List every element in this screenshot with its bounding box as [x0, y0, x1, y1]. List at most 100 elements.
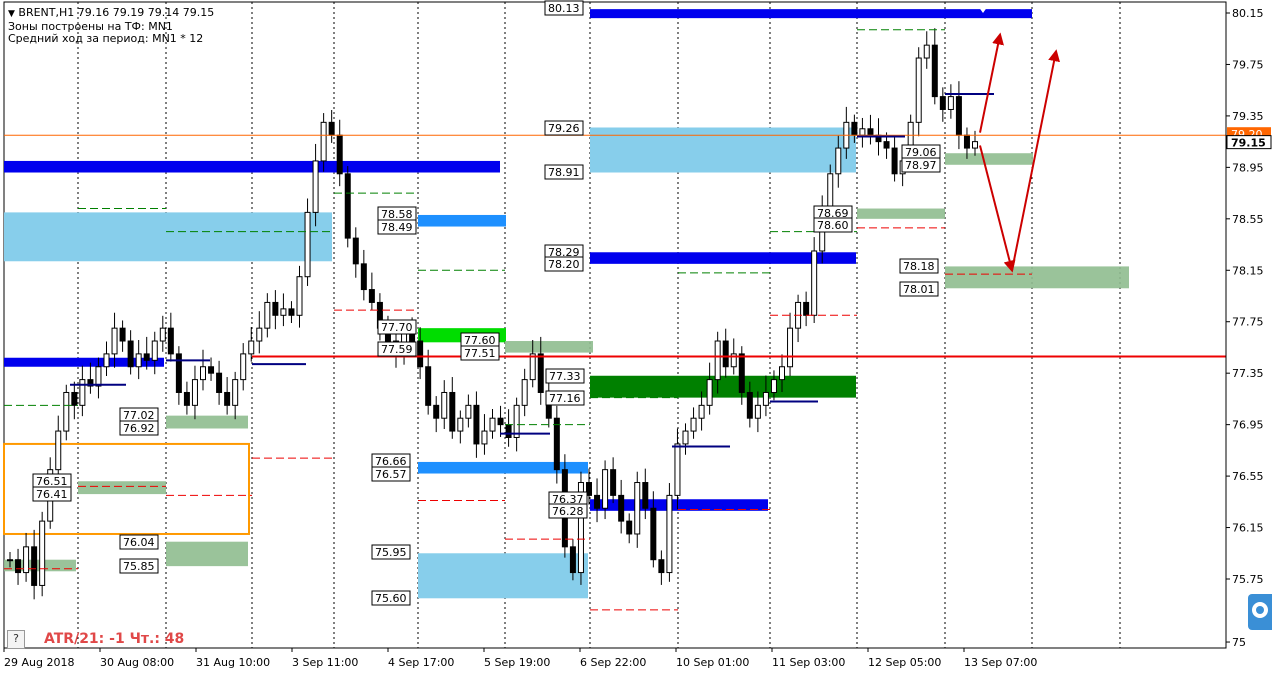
candle-body [923, 44, 930, 59]
candle-body [489, 417, 496, 432]
candle-body [626, 520, 633, 535]
candle-body [529, 353, 536, 381]
collapse-triangle-icon[interactable]: ▼ [8, 9, 15, 19]
symbol-quote-text: BRENT,H1 79.16 79.19 79.14 79.15 [18, 6, 215, 19]
gray-green-zone [505, 341, 593, 353]
current-price-text: 79.15 [1231, 137, 1266, 150]
candle-body [722, 340, 729, 368]
price-tick-label: 78.55 [1232, 213, 1264, 226]
level-label: 78.20 [544, 256, 584, 272]
candle-body [248, 340, 255, 355]
candle-body [183, 391, 190, 406]
level-label: 77.02 [119, 407, 159, 423]
candle-body [119, 327, 126, 342]
price-chart[interactable]: 80.13 79.26 78.91 79.06 78.97 78.29 78.20 78.18… [0, 0, 1273, 676]
candle-body [859, 128, 866, 136]
time-tick-label: 4 Sep 17:00 [388, 656, 454, 669]
level-label-text: 80.13 [548, 2, 580, 15]
level-label: 79.06 [901, 144, 941, 160]
candle-body [754, 404, 761, 419]
atr-indicator-text: ATR/21: -1 Чт.: 48 [44, 631, 185, 647]
price-tick-label: 79.75 [1232, 58, 1264, 71]
candle-body [787, 327, 794, 368]
candle-body [594, 494, 601, 509]
candle-body [521, 379, 528, 406]
candle-body [658, 559, 665, 574]
level-label-text: 75.60 [375, 592, 407, 605]
candle-body [674, 443, 681, 496]
level-label-text: 77.59 [381, 343, 413, 356]
candle-body [103, 353, 110, 368]
price-tick-label: 80.15 [1232, 7, 1264, 20]
chart-canvas[interactable]: 80.1379.2678.9179.0678.9778.2978.20 78.18… [0, 0, 1273, 676]
level-label: 77.70 [377, 319, 417, 335]
candle-body [63, 391, 70, 432]
candle-body [851, 121, 858, 136]
level-label: 75.60 [371, 590, 411, 606]
candle-body [264, 301, 271, 329]
help-button[interactable]: ? [7, 630, 25, 649]
candle-body [151, 340, 158, 361]
candle-body [947, 96, 954, 110]
candle-body [312, 160, 319, 213]
time-tick-label: 30 Aug 08:00 [100, 656, 174, 669]
candle-body [481, 430, 488, 445]
mid-blue-zone [418, 214, 506, 227]
level-label-text: 76.57 [375, 468, 407, 481]
price-tick-label: 76.15 [1232, 522, 1264, 535]
level-label-text: 77.70 [381, 321, 413, 334]
level-label-text: 76.28 [552, 505, 584, 518]
gray-green-zone [945, 153, 1033, 165]
price-tick-label: 77.35 [1232, 367, 1264, 380]
level-label-text: 78.20 [548, 258, 580, 271]
candle-body [465, 404, 472, 419]
price-tick-label: 78.95 [1232, 161, 1264, 174]
candle-body [296, 276, 303, 316]
price-tick-label: 76.55 [1232, 470, 1264, 483]
level-label: 78.97 [901, 157, 941, 173]
candle-body [746, 391, 753, 419]
time-tick-label: 5 Sep 19:00 [484, 656, 550, 669]
price-tick-label: 79.35 [1232, 110, 1264, 123]
level-label-text: 79.06 [905, 146, 937, 159]
price-tick-label: 75.75 [1232, 573, 1264, 586]
level-label: 78.01 [899, 281, 939, 297]
time-tick-label: 29 Aug 2018 [4, 656, 74, 669]
candle-body [216, 372, 223, 393]
level-label: 75.95 [371, 544, 411, 560]
level-label-text: 77.51 [464, 347, 496, 360]
candle-body [553, 417, 560, 471]
level-label-text: 77.16 [549, 392, 581, 405]
candle-body [224, 391, 231, 406]
candle-body [602, 469, 609, 509]
candle-body [698, 404, 705, 419]
candle-body [449, 391, 456, 432]
level-label: 77.59 [377, 341, 417, 357]
candle-body [232, 379, 239, 406]
level-label: 78.58 [377, 206, 417, 222]
time-tick-label: 31 Aug 10:00 [196, 656, 270, 669]
teamviewer-icon[interactable] [1248, 594, 1272, 630]
level-label: 76.41 [32, 486, 72, 502]
candle-body [883, 141, 890, 149]
candle-body [738, 353, 745, 393]
light-blue-zone-main [590, 127, 856, 173]
candle-body [955, 96, 962, 136]
candle-body [473, 404, 480, 445]
time-tick-label: 3 Sep 11:00 [292, 656, 358, 669]
candle-body [159, 327, 166, 342]
candle-body [425, 366, 432, 406]
candle-body [55, 430, 62, 471]
candle-body [634, 482, 641, 535]
candle-body [441, 391, 448, 419]
symbol-quote-line: ▼ BRENT,H1 79.16 79.19 79.14 79.15 [8, 7, 214, 20]
candle-body [31, 546, 38, 586]
candle-body [344, 173, 351, 239]
candle-body [618, 494, 625, 522]
candle-body [537, 353, 544, 393]
candle-body [95, 366, 102, 387]
level-label-text: 79.26 [548, 122, 580, 135]
light-blue-zone [4, 212, 332, 262]
candle-body [336, 134, 343, 175]
gray-green-zone [166, 541, 248, 567]
